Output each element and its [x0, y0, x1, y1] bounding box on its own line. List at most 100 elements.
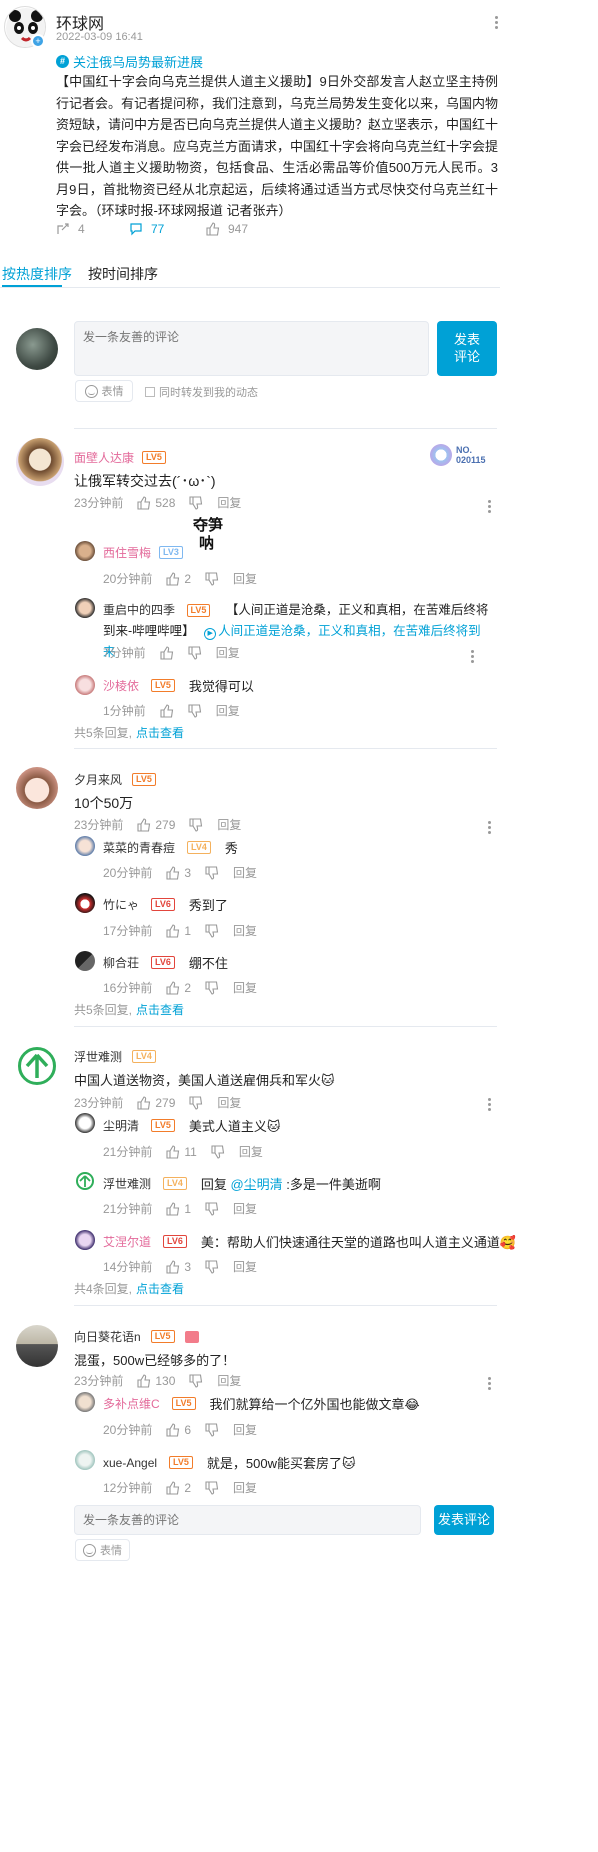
- comment-avatar[interactable]: [16, 767, 58, 809]
- reply-avatar[interactable]: [76, 1172, 94, 1190]
- dislike-button[interactable]: [188, 703, 202, 718]
- comment-more-menu[interactable]: [487, 1098, 491, 1111]
- reply-button[interactable]: 回复: [216, 644, 240, 661]
- bottom-emoji-button[interactable]: 表情: [75, 1539, 130, 1561]
- like-button[interactable]: 1: [166, 924, 191, 938]
- reply-button[interactable]: 回复: [233, 1258, 257, 1275]
- reply-avatar[interactable]: [75, 951, 95, 971]
- comment-username[interactable]: 面壁人达康: [74, 449, 134, 466]
- dislike-button[interactable]: [205, 1201, 219, 1216]
- reply-button[interactable]: 回复: [217, 816, 241, 833]
- dislike-button[interactable]: [189, 1373, 203, 1388]
- tab-time[interactable]: 按时间排序: [88, 264, 158, 284]
- reply-button[interactable]: 回复: [217, 1094, 241, 1111]
- reply-username[interactable]: 西住雪梅: [103, 544, 151, 561]
- like-button[interactable]: 2: [166, 1481, 191, 1495]
- reply-username[interactable]: 菜菜的青春痘: [103, 839, 175, 856]
- emoji-button[interactable]: 表情: [75, 380, 133, 402]
- dislike-button[interactable]: [189, 817, 203, 832]
- like-button[interactable]: [160, 645, 174, 660]
- reply-button[interactable]: 回复: [233, 1421, 257, 1438]
- comment-avatar[interactable]: [18, 1047, 56, 1085]
- view-more-replies-link[interactable]: 点击查看: [136, 1001, 184, 1018]
- tab-hot[interactable]: 按热度排序: [2, 264, 72, 284]
- reply-button[interactable]: 回复: [217, 494, 241, 511]
- like-button[interactable]: 279: [137, 818, 175, 832]
- reply-button[interactable]: 回复: [233, 570, 257, 587]
- like-button[interactable]: 3: [166, 866, 191, 880]
- reply-avatar[interactable]: [75, 1450, 95, 1470]
- like-button[interactable]: 528: [137, 496, 175, 510]
- reply-button[interactable]: 回复: [233, 979, 257, 996]
- reply-button[interactable]: 回复: [233, 864, 257, 881]
- dislike-button[interactable]: [188, 645, 202, 660]
- reply-avatar[interactable]: [75, 836, 95, 856]
- reply-username[interactable]: 重启中的四季: [103, 603, 175, 617]
- bottom-comment-input[interactable]: [74, 1505, 421, 1535]
- view-more-replies-link[interactable]: 点击查看: [136, 1280, 184, 1297]
- like-button[interactable]: 2: [166, 572, 191, 586]
- reply-more-menu[interactable]: [470, 650, 474, 663]
- like-button[interactable]: 2: [166, 981, 191, 995]
- reply-username[interactable]: xue-Angel: [103, 1456, 157, 1470]
- reply-avatar[interactable]: [75, 675, 95, 695]
- reply-username[interactable]: 艾涅尔道: [103, 1233, 151, 1250]
- reply-username[interactable]: 竹にゃ: [103, 896, 139, 913]
- comment-more-menu[interactable]: [487, 500, 491, 513]
- comment-username[interactable]: 向日葵花语n: [74, 1328, 141, 1345]
- dislike-button[interactable]: [211, 1144, 225, 1159]
- dislike-button[interactable]: [205, 865, 219, 880]
- submit-comment-button[interactable]: 发表 评论: [437, 321, 497, 376]
- comment-avatar[interactable]: [16, 438, 64, 486]
- mention-link[interactable]: @尘明清: [230, 1174, 282, 1193]
- comment-more-menu[interactable]: [487, 821, 491, 834]
- dislike-button[interactable]: [205, 1422, 219, 1437]
- sync-checkbox[interactable]: [145, 387, 155, 397]
- reply-username[interactable]: 多补点维C: [103, 1395, 160, 1412]
- comment-username[interactable]: 浮世难测: [74, 1048, 122, 1065]
- like-button[interactable]: 947: [206, 222, 248, 236]
- forward-button[interactable]: 4: [56, 222, 129, 236]
- reply-username[interactable]: 沙棱依: [103, 677, 139, 694]
- like-button[interactable]: 279: [137, 1096, 175, 1110]
- like-button[interactable]: 3: [166, 1260, 191, 1274]
- dislike-button[interactable]: [205, 980, 219, 995]
- reply-avatar[interactable]: [75, 1113, 95, 1133]
- reply-button[interactable]: 回复: [216, 702, 240, 719]
- reply-username[interactable]: 柳合荘: [103, 954, 139, 971]
- dislike-button[interactable]: [205, 923, 219, 938]
- reply-avatar[interactable]: [75, 598, 95, 618]
- comment-input[interactable]: [74, 321, 429, 376]
- thumb-up-icon: [166, 1259, 180, 1274]
- reply-button[interactable]: 回复: [233, 1200, 257, 1217]
- post-more-menu[interactable]: [494, 16, 498, 29]
- reply-avatar[interactable]: [75, 541, 95, 561]
- reply-username[interactable]: 浮世难测: [103, 1175, 151, 1192]
- reply-button[interactable]: 回复: [233, 1479, 257, 1496]
- comment-avatar[interactable]: [16, 1325, 58, 1367]
- dislike-button[interactable]: [189, 1095, 203, 1110]
- reply-button[interactable]: 回复: [233, 922, 257, 939]
- reply-avatar[interactable]: [75, 1230, 95, 1250]
- dislike-button[interactable]: [205, 1259, 219, 1274]
- reply-avatar[interactable]: [75, 893, 95, 913]
- like-button[interactable]: 6: [166, 1423, 191, 1437]
- dislike-button[interactable]: [189, 495, 203, 510]
- reply-username[interactable]: 尘明清: [103, 1117, 139, 1134]
- view-more-replies-link[interactable]: 点击查看: [136, 724, 184, 741]
- like-button[interactable]: [160, 703, 174, 718]
- comment-username[interactable]: 夕月来风: [74, 771, 122, 788]
- dislike-button[interactable]: [205, 571, 219, 586]
- dislike-button[interactable]: [205, 1480, 219, 1495]
- like-button[interactable]: 1: [166, 1202, 191, 1216]
- comment-more-menu[interactable]: [487, 1377, 491, 1390]
- reply-button[interactable]: 回复: [239, 1143, 263, 1160]
- sync-forward-option[interactable]: 同时转发到我的动态: [145, 384, 258, 400]
- reply-button[interactable]: 回复: [217, 1372, 241, 1389]
- topic-tag[interactable]: # 关注俄乌局势最新进展: [56, 52, 203, 71]
- reply-avatar[interactable]: [75, 1392, 95, 1412]
- like-button[interactable]: 130: [137, 1374, 175, 1388]
- comment-button[interactable]: 77: [129, 222, 206, 236]
- like-button[interactable]: 11: [166, 1145, 197, 1159]
- bottom-submit-button[interactable]: 发表评论: [434, 1505, 494, 1535]
